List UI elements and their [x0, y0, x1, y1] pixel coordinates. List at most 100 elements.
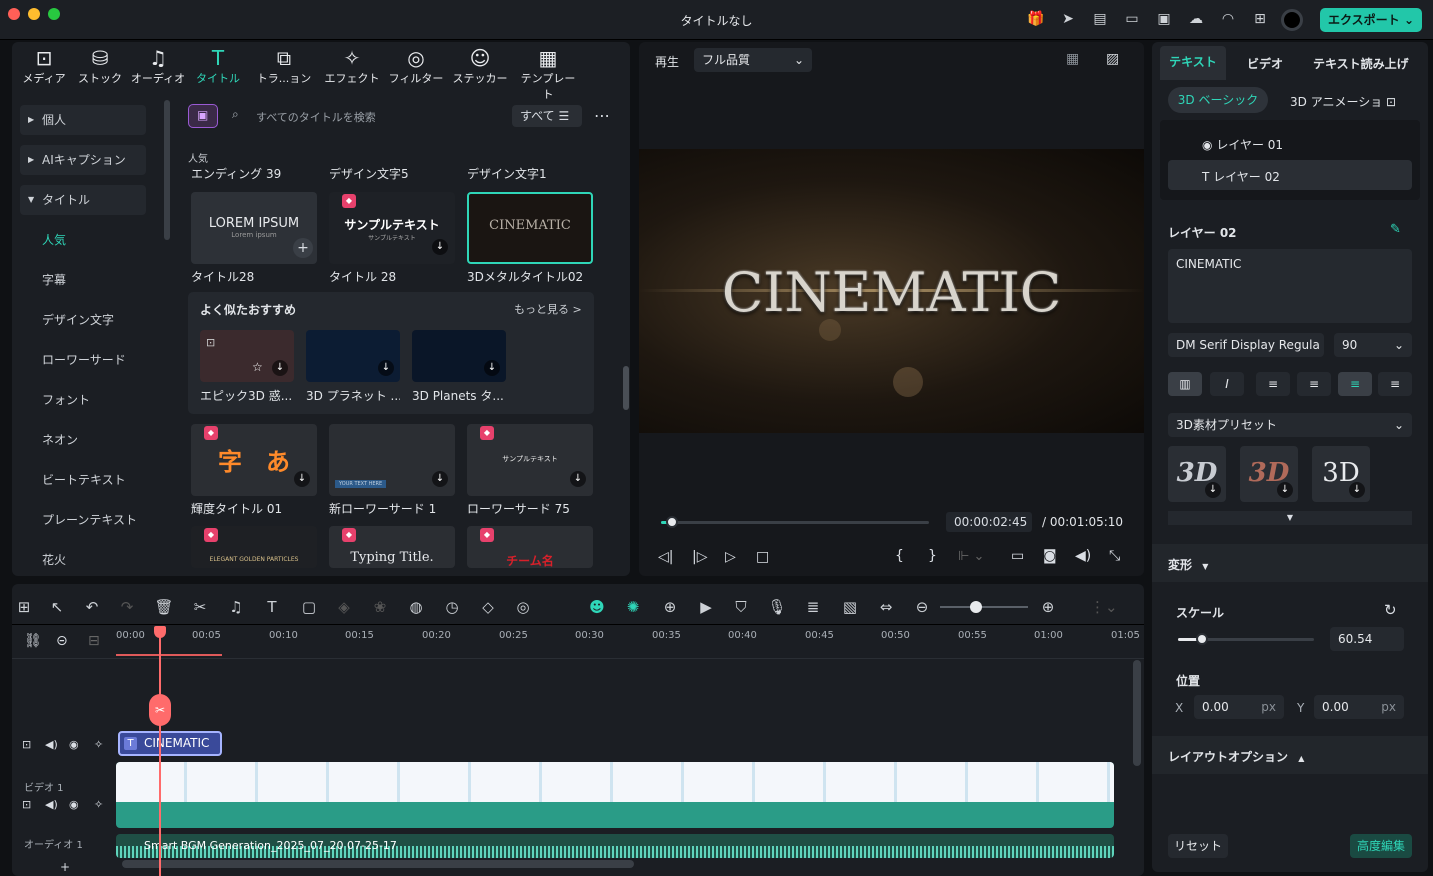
lock-icon[interactable]: ⊡ — [22, 798, 31, 811]
color-icon[interactable]: ❀ — [370, 597, 390, 617]
search-input[interactable]: すべてのタイトルを検索 — [256, 109, 376, 125]
next-frame-icon[interactable]: |▷ — [692, 549, 707, 565]
stop-icon[interactable]: □ — [756, 549, 769, 565]
split-scissors-icon[interactable]: ✂ — [149, 694, 171, 726]
track-link-icon[interactable]: ⊝ — [56, 633, 68, 649]
zoom-in-icon[interactable]: ⊕ — [1038, 597, 1058, 617]
timeline-v-scrollbar[interactable] — [1133, 660, 1141, 766]
reset-icon[interactable]: ↻ — [1384, 601, 1397, 619]
tab-media[interactable]: ⊡ メディア — [14, 46, 74, 86]
tab-audio[interactable]: ♫ オーディオ — [128, 46, 188, 86]
layer-item[interactable]: ◉ レイヤー 01 — [1202, 136, 1283, 153]
undo-icon[interactable]: ↶ — [82, 597, 102, 617]
tab-video[interactable]: ビデオ — [1247, 55, 1283, 72]
text-content-field[interactable]: CINEMATIC — [1168, 249, 1412, 323]
sidebar-item-subtitles[interactable]: 字幕 — [20, 265, 146, 295]
font-size-dropdown[interactable]: 90 ⌄ — [1334, 333, 1412, 357]
add-track-icon[interactable]: + — [60, 860, 70, 874]
ai-edit-icon[interactable]: ✎ — [1390, 222, 1401, 237]
mark-in-icon[interactable]: { — [895, 548, 904, 564]
subtab-3d-basic[interactable]: 3D ベーシック — [1168, 87, 1268, 113]
timeline-playhead[interactable] — [159, 626, 161, 876]
tab-stock[interactable]: ⛁ ストック — [70, 46, 130, 86]
sidebar-item-popular[interactable]: 人気 — [20, 225, 146, 255]
preview-title-text[interactable]: CINEMATIC — [639, 261, 1144, 324]
download-icon[interactable]: ↓ — [1205, 482, 1221, 498]
zoom-out-icon[interactable]: ⊖ — [912, 597, 932, 617]
current-time[interactable]: 00:00:02:45 — [946, 512, 1032, 532]
effect-icon[interactable]: ✧ — [94, 798, 103, 811]
motion-icon[interactable]: ◎ — [513, 597, 533, 617]
select-tool-icon[interactable]: ↖ — [47, 597, 67, 617]
playhead-handle[interactable] — [154, 626, 166, 638]
avatar[interactable] — [1281, 9, 1303, 31]
text-tool-icon[interactable]: T — [262, 597, 282, 617]
favorite-icon[interactable]: ☆ — [252, 360, 263, 374]
timeline-h-scrollbar[interactable] — [122, 860, 634, 868]
tab-titles[interactable]: T タイトル — [188, 46, 248, 86]
align-center-button[interactable]: ≡ — [1338, 372, 1372, 396]
image-icon[interactable]: ▨ — [1106, 51, 1119, 67]
download-icon[interactable]: ↓ — [432, 471, 448, 487]
layer-item[interactable]: T レイヤー 02 — [1202, 168, 1280, 185]
ai-search-button[interactable]: ▣ — [188, 104, 218, 128]
play-icon[interactable]: ▷ — [725, 549, 736, 565]
mark-out-icon[interactable]: } — [928, 548, 937, 564]
sidebar-item-beat-text[interactable]: ビートテキスト — [20, 465, 146, 495]
tab-text-to-speech[interactable]: テキスト読み上げ — [1313, 55, 1409, 72]
grid-icon[interactable]: ⊞ — [1251, 10, 1269, 28]
eye-icon[interactable]: ◉ — [69, 798, 79, 811]
title-thumbnail-selected[interactable]: CINEMATIC — [467, 192, 593, 264]
italic-button[interactable]: I — [1210, 372, 1244, 396]
position-y-field[interactable]: 0.00 px — [1314, 695, 1404, 719]
sidebar-item-neon[interactable]: ネオン — [20, 425, 146, 455]
download-icon[interactable]: ↓ — [378, 360, 394, 376]
export-button[interactable]: エクスポート ⌄ — [1320, 8, 1422, 32]
bold-button[interactable]: ▥ — [1168, 372, 1202, 396]
image-settings-icon[interactable]: ▧ — [840, 597, 860, 617]
tab-filters[interactable]: ◎ フィルター — [386, 46, 446, 86]
download-icon[interactable]: ↓ — [432, 239, 448, 255]
send-icon[interactable]: ➤ — [1059, 10, 1077, 28]
sun-icon[interactable]: ✺ — [623, 597, 643, 617]
zoom-slider-knob[interactable] — [970, 601, 982, 613]
tab-templates[interactable]: ▦ テンプレート — [518, 46, 578, 102]
video-clip[interactable] — [116, 762, 1114, 828]
tab-text[interactable]: テキスト — [1160, 46, 1226, 80]
headset-icon[interactable]: ◠ — [1219, 10, 1237, 28]
sidebar-item-font[interactable]: フォント — [20, 385, 146, 415]
scale-value-field[interactable]: 60.54 — [1330, 627, 1404, 651]
microphone-icon[interactable]: 🎙 — [767, 597, 787, 617]
more-options-icon[interactable]: ⋮⌄ — [1090, 597, 1118, 617]
gift-icon[interactable]: 🎁 — [1027, 10, 1045, 28]
video-preview[interactable]: CINEMATIC — [639, 149, 1144, 433]
marker-icon[interactable]: ⊩ ⌄ — [958, 549, 984, 564]
add-icon[interactable]: + — [293, 238, 313, 258]
play-circle-icon[interactable]: ▶ — [696, 597, 716, 617]
download-icon[interactable]: ↓ — [294, 471, 310, 487]
download-icon[interactable]: ↓ — [484, 360, 500, 376]
redo-icon[interactable]: ↷ — [117, 597, 137, 617]
layout-grid-icon[interactable]: ⊞ — [14, 597, 34, 617]
ai-tool-icon[interactable]: ◍ — [406, 597, 426, 617]
sidebar-item-fireworks[interactable]: 花火 — [20, 545, 146, 575]
filter-dropdown[interactable]: すべて ☰ — [512, 105, 582, 127]
delete-icon[interactable]: 🗑 — [154, 597, 174, 617]
library-scrollbar[interactable] — [623, 366, 629, 410]
sidebar-scrollbar[interactable] — [164, 100, 170, 240]
fullscreen-icon[interactable]: ⤡ — [1109, 548, 1120, 564]
cloud-icon[interactable]: ☁ — [1187, 10, 1205, 28]
subtab-3d-animation[interactable]: 3D アニメーショ ⊡ — [1290, 93, 1396, 110]
camera-icon[interactable]: ◙ — [1043, 548, 1057, 564]
display-icon[interactable]: ▭ — [1011, 548, 1024, 564]
sidebar-item-personal[interactable]: ▶ 個人 — [20, 105, 146, 135]
preset-dropdown[interactable]: 3D素材プリセット ⌄ — [1168, 413, 1412, 437]
grid-view-icon[interactable]: ▦ — [1066, 51, 1079, 67]
smart-icon[interactable]: ☻ — [587, 597, 607, 617]
lock-icon[interactable]: ⊡ — [22, 738, 31, 751]
keyframe-icon[interactable]: ◇ — [478, 597, 498, 617]
sidebar-item-titles[interactable]: ▼ タイトル — [20, 185, 146, 215]
align-left-button[interactable]: ≡ — [1256, 372, 1290, 396]
fit-icon[interactable]: ⇔ — [876, 597, 896, 617]
quality-dropdown[interactable]: フル品質 ⌄ — [694, 48, 812, 72]
